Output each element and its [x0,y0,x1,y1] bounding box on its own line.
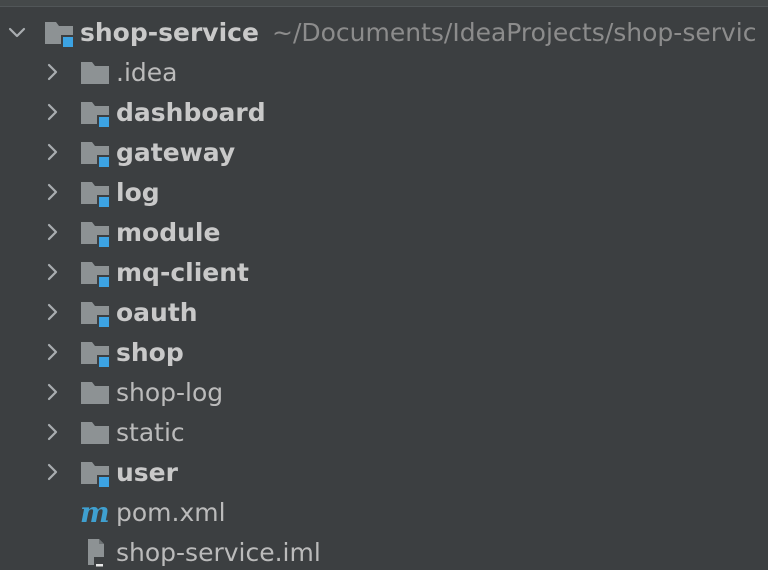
tree-item-label: gateway [116,138,236,167]
chevron-right-icon[interactable] [42,462,62,482]
svg-text:m: m [80,497,110,529]
tree-row-static[interactable]: static [0,413,768,453]
tree-row-mq-client[interactable]: mq-client [0,253,768,293]
tree-row-shop-service-iml[interactable]: shop-service.iml [0,533,768,570]
tree-item-label: shop [116,338,184,367]
chevron-right-icon[interactable] [42,142,62,162]
tree-row-gateway[interactable]: gateway [0,133,768,173]
folder-icon [80,417,112,449]
tree-row-log[interactable]: log [0,173,768,213]
tree-item-label: dashboard [116,98,266,127]
chevron-right-icon[interactable] [42,102,62,122]
module-folder-icon [80,177,112,209]
folder-icon [80,377,112,409]
module-folder-icon [80,257,112,289]
chevron-right-icon[interactable] [42,262,62,282]
maven-icon: m [80,496,112,529]
project-name: shop-service [80,18,259,47]
iml-file-icon [80,537,112,569]
tree-item-label: user [116,458,178,487]
chevron-right-icon[interactable] [42,222,62,242]
module-folder-icon [80,137,112,169]
module-folder-icon [44,17,76,49]
tree-row-dashboard[interactable]: dashboard [0,93,768,133]
tree-item-label: log [116,178,160,207]
tree-row-module[interactable]: module [0,213,768,253]
module-folder-icon [80,97,112,129]
chevron-right-icon[interactable] [42,422,62,442]
tree-item-label: pom.xml [116,498,226,527]
chevron-right-icon[interactable] [42,182,62,202]
tree-item-label: shop-log [116,378,224,407]
module-folder-icon [80,297,112,329]
tree-item-label: module [116,218,221,247]
tree-item-label: shop-service.iml [116,538,321,567]
tree-item-label: .idea [116,58,178,87]
module-folder-icon [80,457,112,489]
tree-row-pom-xml[interactable]: m pom.xml [0,493,768,533]
top-edge [0,0,768,7]
tree-item-label: oauth [116,298,198,327]
tree-item-label: mq-client [116,258,249,287]
tree-root-row[interactable]: shop-service ~/Documents/IdeaProjects/sh… [0,13,768,53]
project-path: ~/Documents/IdeaProjects/shop-servic [272,18,757,47]
module-folder-icon [80,217,112,249]
folder-icon [80,57,112,89]
chevron-right-icon[interactable] [42,302,62,322]
tree-row-idea[interactable]: .idea [0,53,768,93]
tree-row-user[interactable]: user [0,453,768,493]
tree-row-shop-log[interactable]: shop-log [0,373,768,413]
chevron-down-icon[interactable] [7,23,27,43]
tree-row-oauth[interactable]: oauth [0,293,768,333]
chevron-right-icon[interactable] [42,342,62,362]
chevron-right-icon[interactable] [42,62,62,82]
tree-item-label: static [116,418,185,447]
chevron-right-icon[interactable] [42,382,62,402]
module-folder-icon [80,337,112,369]
tree-row-shop[interactable]: shop [0,333,768,373]
